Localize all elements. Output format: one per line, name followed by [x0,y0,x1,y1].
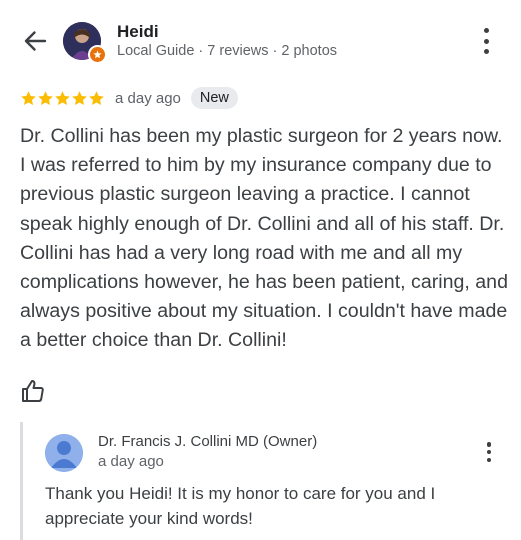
rating-row: a day ago New [20,86,238,110]
more-vert-icon [483,28,489,33]
more-vert-icon-dot [486,457,492,462]
star-rating [20,90,105,107]
reviewer-meta: Local Guide · 7 reviews · 2 photos [117,43,338,59]
more-vert-icon-dot [483,49,489,54]
more-vert-icon-dot [486,449,492,455]
star-icon [89,90,104,105]
star-icon [72,90,87,105]
reviewer-name[interactable]: Heidi [117,22,159,42]
owner-reply-time: a day ago [98,453,164,470]
star-icon [21,90,36,105]
person-icon [45,434,83,472]
owner-reply-text: Thank you Heidi! It is my honor to care … [45,484,436,528]
more-options-button[interactable] [478,28,494,54]
more-vert-icon [486,442,492,447]
review-header: Heidi Local Guide · 7 reviews · 2 photos [0,0,521,82]
local-guide-badge-icon [88,45,107,64]
more-vert-icon-dot [483,38,489,44]
like-button[interactable] [20,378,48,406]
owner-avatar[interactable] [45,434,83,472]
review-time: a day ago [115,89,181,107]
back-button[interactable] [20,28,50,54]
reply-more-options-button[interactable] [481,442,497,462]
star-icon [38,90,53,105]
review-text: Dr. Collini has been my plastic surgeon … [20,125,508,352]
owner-reply: Dr. Francis J. Collini MD (Owner) a day … [20,422,521,540]
thumb-up-icon [22,380,44,402]
arrow-back-icon [24,31,47,51]
owner-name: Dr. Francis J. Collini MD (Owner) [98,433,318,450]
star-icon [55,90,70,105]
new-badge: New [190,87,238,109]
